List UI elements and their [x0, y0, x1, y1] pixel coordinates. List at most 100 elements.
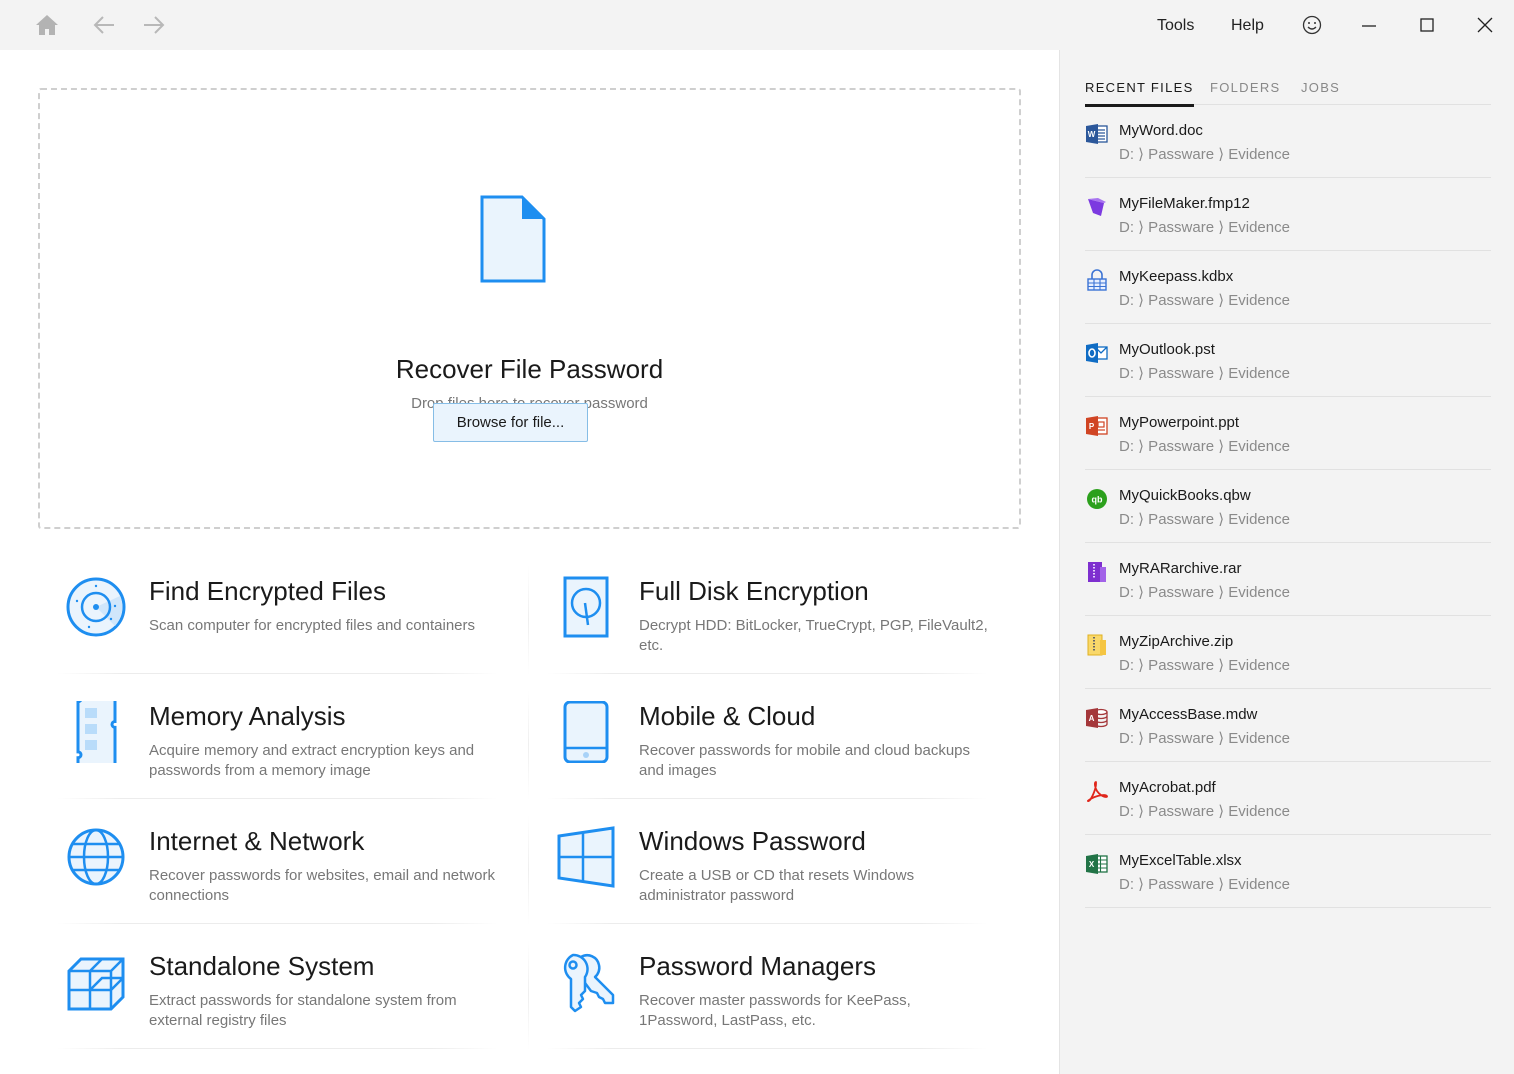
column-separator [528, 815, 529, 925]
recent-sidebar: RECENT FILES FOLDERS JOBS W MyWord.doc D… [1059, 50, 1514, 1074]
globe-icon [67, 828, 125, 886]
list-item[interactable]: MyAcrobat.pdf D: ⟩ Passware ⟩ Evidence [1085, 762, 1491, 835]
list-item[interactable]: A MyAccessBase.mdw D: ⟩ Passware ⟩ Evide… [1085, 689, 1491, 762]
tile-description: Recover passwords for mobile and cloud b… [639, 742, 971, 779]
tile-description: Create a USB or CD that resets Windows a… [639, 867, 915, 904]
title-bar: Tools Help [0, 0, 1514, 50]
tile-title: Find Encrypted Files [149, 576, 386, 606]
list-item[interactable]: MyZipArchive.zip D: ⟩ Passware ⟩ Evidenc… [1085, 616, 1491, 689]
radar-scan-icon [66, 577, 126, 637]
svg-text:P: P [1089, 422, 1095, 431]
file-path: D: ⟩ Passware ⟩ Evidence [1119, 803, 1290, 820]
list-item[interactable]: qb MyQuickBooks.qbw D: ⟩ Passware ⟩ Evid… [1085, 470, 1491, 543]
menu-tools[interactable]: Tools [1157, 17, 1194, 35]
outlook-icon [1086, 343, 1108, 363]
filemaker-icon [1088, 198, 1106, 216]
tile-mobile-cloud[interactable]: Mobile & Cloud Recover passwords for mob… [547, 687, 1007, 799]
tab-recent-files[interactable]: RECENT FILES [1085, 80, 1194, 107]
file-path: D: ⟩ Passware ⟩ Evidence [1119, 292, 1290, 309]
tile-title: Full Disk Encryption [639, 576, 869, 606]
mobile-phone-icon [563, 701, 609, 763]
tile-description: Extract passwords for standalone system … [149, 992, 457, 1029]
acrobat-icon [1087, 781, 1108, 802]
sidebar-tabs: RECENT FILES FOLDERS JOBS [1085, 78, 1491, 107]
file-drop-zone[interactable]: Recover File Password Drop files here to… [38, 88, 1021, 529]
minimize-icon[interactable] [1356, 12, 1382, 38]
tile-description: Decrypt HDD: BitLocker, TrueCrypt, PGP, … [639, 617, 988, 654]
tile-password-managers[interactable]: Password Managers Recover master passwor… [547, 937, 1007, 1049]
svg-text:X: X [1089, 860, 1095, 869]
tile-description: Recover passwords for websites, email an… [149, 867, 495, 904]
list-item[interactable]: W MyWord.doc D: ⟩ Passware ⟩ Evidence [1085, 105, 1491, 178]
tile-title: Windows Password [639, 826, 866, 856]
cubes-icon [67, 957, 125, 1011]
tile-title: Memory Analysis [149, 701, 346, 731]
file-name: MyQuickBooks.qbw [1119, 487, 1251, 504]
windows-logo-icon [557, 826, 615, 888]
tile-standalone-system[interactable]: Standalone System Extract passwords for … [57, 937, 517, 1049]
feedback-smiley-icon[interactable] [1299, 12, 1325, 38]
quickbooks-icon: qb [1087, 489, 1107, 509]
tile-memory-analysis[interactable]: Memory Analysis Acquire memory and extra… [57, 687, 517, 799]
tile-windows-password[interactable]: Windows Password Create a USB or CD that… [547, 812, 1007, 924]
file-name: MyPowerpoint.ppt [1119, 414, 1240, 431]
tile-internet-network[interactable]: Internet & Network Recover passwords for… [57, 812, 517, 924]
column-separator [528, 565, 529, 675]
close-icon[interactable] [1472, 12, 1498, 38]
browse-for-file-button[interactable]: Browse for file... [433, 403, 588, 442]
tile-title: Internet & Network [149, 826, 365, 856]
list-item[interactable]: MyFileMaker.fmp12 D: ⟩ Passware ⟩ Eviden… [1085, 178, 1491, 251]
column-separator [528, 940, 529, 1050]
file-name: MyRARarchive.rar [1119, 560, 1242, 577]
memory-chip-icon [76, 701, 117, 763]
file-name: MyFileMaker.fmp12 [1119, 195, 1250, 212]
tile-find-encrypted-files[interactable]: Find Encrypted Files Scan computer for e… [57, 562, 517, 674]
document-icon [480, 195, 546, 283]
file-path: D: ⟩ Passware ⟩ Evidence [1119, 876, 1290, 893]
svg-text:qb: qb [1092, 495, 1103, 505]
arrow-right-icon[interactable] [141, 12, 167, 38]
file-path: D: ⟩ Passware ⟩ Evidence [1119, 365, 1290, 382]
zip-archive-icon [1087, 634, 1106, 656]
maximize-icon[interactable] [1414, 12, 1440, 38]
tile-description: Recover master passwords for KeePass, 1P… [639, 992, 911, 1029]
keepass-icon [1087, 269, 1107, 291]
drop-zone-title: Recover File Password [395, 354, 664, 384]
home-icon[interactable] [34, 12, 60, 38]
list-item[interactable]: P MyPowerpoint.ppt D: ⟩ Passware ⟩ Evide… [1085, 397, 1491, 470]
rar-archive-icon [1088, 562, 1106, 582]
file-path: D: ⟩ Passware ⟩ Evidence [1119, 730, 1290, 747]
svg-text:A: A [1089, 714, 1095, 723]
list-item[interactable]: MyKeepass.kdbx D: ⟩ Passware ⟩ Evidence [1085, 251, 1491, 324]
file-path: D: ⟩ Passware ⟩ Evidence [1119, 584, 1290, 601]
list-item[interactable]: MyRARarchive.rar D: ⟩ Passware ⟩ Evidenc… [1085, 543, 1491, 616]
tile-description: Scan computer for encrypted files and co… [149, 617, 476, 634]
tile-title: Mobile & Cloud [639, 701, 816, 731]
list-item[interactable]: X MyExcelTable.xlsx D: ⟩ Passware ⟩ Evid… [1085, 835, 1491, 908]
tab-folders[interactable]: FOLDERS [1210, 80, 1281, 95]
tab-jobs[interactable]: JOBS [1301, 80, 1340, 95]
access-icon: A [1086, 708, 1108, 728]
powerpoint-icon: P [1086, 416, 1108, 436]
arrow-left-icon[interactable] [91, 12, 117, 38]
file-path: D: ⟩ Passware ⟩ Evidence [1119, 438, 1290, 455]
file-path: D: ⟩ Passware ⟩ Evidence [1119, 219, 1290, 236]
file-name: MyWord.doc [1119, 122, 1203, 139]
tile-full-disk-encryption[interactable]: Full Disk Encryption Decrypt HDD: BitLoc… [547, 562, 1007, 674]
file-name: MyKeepass.kdbx [1119, 268, 1234, 285]
file-name: MyZipArchive.zip [1119, 633, 1234, 650]
file-path: D: ⟩ Passware ⟩ Evidence [1119, 511, 1290, 528]
tile-title: Password Managers [639, 951, 876, 981]
main-panel: Recover File Password Drop files here to… [0, 50, 1059, 1074]
tile-description: Acquire memory and extract encryption ke… [149, 742, 475, 779]
hard-disk-icon [563, 576, 609, 638]
file-path: D: ⟩ Passware ⟩ Evidence [1119, 657, 1290, 674]
svg-text:W: W [1088, 130, 1096, 139]
word-icon: W [1086, 124, 1108, 144]
file-path: D: ⟩ Passware ⟩ Evidence [1119, 146, 1290, 163]
file-name: MyOutlook.pst [1119, 341, 1215, 358]
menu-help[interactable]: Help [1231, 17, 1264, 35]
list-item[interactable]: MyOutlook.pst D: ⟩ Passware ⟩ Evidence [1085, 324, 1491, 397]
excel-icon: X [1086, 854, 1108, 874]
keys-icon [563, 953, 615, 1013]
